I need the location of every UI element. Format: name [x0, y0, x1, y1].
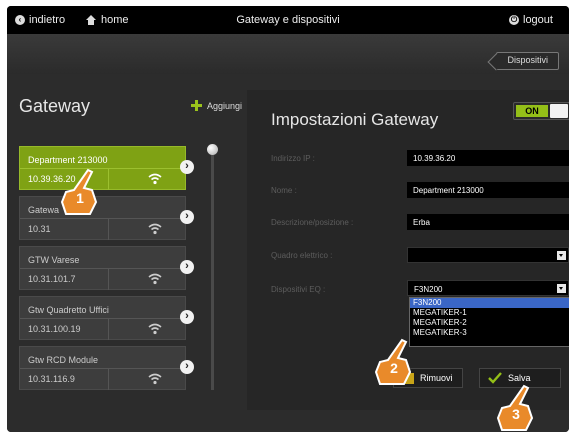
plus-icon — [191, 100, 202, 111]
step-number: 1 — [76, 190, 84, 206]
devices-dropdown-list: F3N200 MEGATIKER-1 MEGATIKER-2 MEGATIKER… — [409, 297, 569, 347]
gateway-name: Gatewa — [28, 205, 60, 215]
divider — [20, 218, 187, 219]
open-gateway-icon[interactable]: › — [180, 160, 194, 174]
gateway-name: Gtw Quadretto Uffici — [28, 305, 109, 315]
divider — [20, 368, 187, 369]
device-option[interactable]: MEGATIKER-2 — [410, 318, 569, 328]
chevron-down-icon — [557, 284, 566, 293]
toggle-on-label: ON — [516, 105, 548, 117]
step-number: 3 — [512, 406, 520, 422]
gateway-item[interactable]: Gtw RCD Module 10.31.116.9 — [19, 346, 187, 390]
gateway-name: GTW Varese — [28, 255, 80, 265]
gateway-item[interactable]: Gatewa 10.31 — [19, 196, 187, 240]
divider — [108, 369, 109, 390]
toggle-knob — [550, 104, 568, 118]
gateway-ip: 10.31 — [28, 224, 51, 234]
list-scrollbar[interactable] — [211, 150, 214, 390]
add-gateway-button[interactable]: Aggiungi — [191, 100, 242, 111]
panel-label: Quadro elettrico : — [271, 251, 333, 260]
panel-select[interactable] — [407, 247, 569, 263]
description-field[interactable]: Erba — [407, 214, 569, 230]
gateway-list-title: Gateway — [19, 96, 91, 116]
breadcrumb-bar: Dispositivi — [7, 34, 569, 74]
divider — [108, 319, 109, 340]
add-label: Aggiungi — [207, 100, 243, 111]
device-option[interactable]: MEGATIKER-1 — [410, 308, 569, 318]
gateway-ip: 10.31.101.7 — [28, 274, 76, 284]
open-gateway-icon[interactable]: › — [180, 310, 194, 324]
divider — [20, 268, 187, 269]
wifi-icon — [148, 273, 162, 285]
divider — [20, 318, 187, 319]
devices-select-value: F3N200 — [414, 285, 443, 294]
wifi-icon — [148, 373, 162, 385]
gateway-ip: 10.31.116.9 — [28, 374, 75, 384]
device-option[interactable]: F3N200 — [410, 298, 569, 308]
on-off-toggle[interactable]: ON — [513, 102, 569, 120]
logout-button[interactable]: ⏻ logout — [509, 14, 553, 26]
step-3-callout: 3 — [494, 384, 534, 432]
ip-label: Indirizzo IP : — [271, 154, 315, 163]
description-label: Descrizione/posizione : — [271, 218, 354, 227]
open-gateway-icon[interactable]: › — [180, 360, 194, 374]
open-gateway-icon[interactable]: › — [180, 260, 194, 274]
wifi-icon — [148, 323, 162, 335]
gateway-ip: 10.31.100.19 — [28, 324, 81, 334]
step-1-callout: 1 — [58, 168, 98, 216]
settings-title: Impostazioni Gateway — [271, 110, 439, 129]
wifi-icon — [148, 173, 162, 185]
gateway-item[interactable]: Gtw Quadretto Uffici 10.31.100.19 — [19, 296, 187, 340]
step-number: 2 — [390, 360, 398, 376]
save-label: Salva — [508, 373, 531, 383]
check-icon — [488, 372, 502, 384]
open-gateway-icon[interactable]: › — [180, 210, 194, 224]
power-icon: ⏻ — [509, 15, 519, 25]
divider — [108, 169, 109, 190]
devices-select[interactable]: F3N200 — [407, 280, 569, 296]
app-frame: ‹ indietro home Gateway e dispositivi ⏻ … — [7, 6, 569, 432]
gateway-name: Gtw RCD Module — [28, 355, 99, 365]
top-bar: ‹ indietro home Gateway e dispositivi ⏻ … — [7, 6, 569, 34]
ip-field[interactable]: 10.39.36.20 — [407, 150, 569, 166]
device-option[interactable]: MEGATIKER-3 — [410, 328, 569, 338]
divider — [108, 269, 109, 290]
breadcrumb-dispositivi[interactable]: Dispositivi — [496, 52, 559, 70]
devices-label: Dispositivi EQ : — [271, 285, 326, 294]
main-area: Gateway Aggiungi Department 213000 10.39… — [7, 74, 569, 432]
page-title: Gateway e dispositivi — [236, 14, 340, 26]
name-field[interactable]: Department 213000 — [407, 182, 569, 198]
name-label: Nome : — [271, 186, 297, 195]
logout-label: logout — [523, 14, 553, 26]
divider — [108, 219, 109, 240]
gateway-item[interactable]: Department 213000 10.39.36.20 — [19, 146, 187, 190]
scrollbar-handle[interactable] — [207, 144, 218, 155]
gateway-item[interactable]: GTW Varese 10.31.101.7 — [19, 246, 187, 290]
remove-label: Rimuovi — [420, 373, 453, 383]
chevron-down-icon — [557, 251, 566, 260]
gateway-name: Department 213000 — [28, 155, 108, 165]
wifi-icon — [148, 223, 162, 235]
divider — [20, 168, 187, 169]
step-2-callout: 2 — [372, 338, 412, 386]
